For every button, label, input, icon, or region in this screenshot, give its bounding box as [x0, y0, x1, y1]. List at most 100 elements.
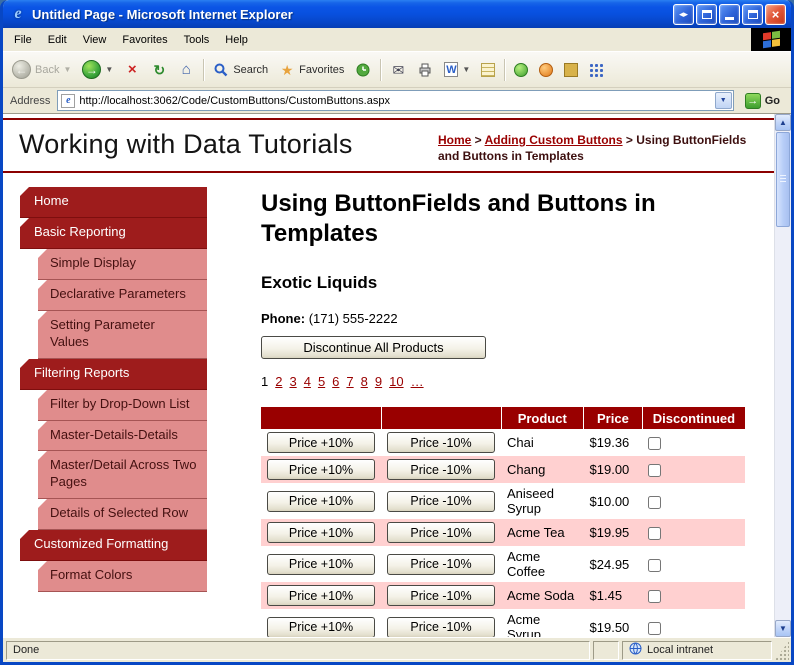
price-decrease-button[interactable]: Price -10%: [387, 585, 495, 607]
vertical-scrollbar[interactable]: ▲ ▼: [774, 114, 791, 637]
pager-link-7[interactable]: 7: [346, 374, 353, 389]
price-increase-button[interactable]: Price +10%: [267, 459, 375, 481]
discontinue-all-button[interactable]: Discontinue All Products: [261, 336, 486, 360]
scrollbar-track[interactable]: [775, 131, 791, 620]
price-decrease-button[interactable]: Price -10%: [387, 616, 495, 637]
breadcrumb-link-home[interactable]: Home: [438, 133, 471, 147]
addon-button-2[interactable]: [534, 60, 558, 80]
panel-icon: [701, 9, 712, 19]
discontinued-checkbox[interactable]: [648, 527, 662, 541]
pager-link-4[interactable]: 4: [304, 374, 311, 389]
corner-notch-icon: [38, 310, 47, 320]
sidebar-item-declarative-parameters[interactable]: Declarative Parameters: [38, 280, 207, 311]
price-increase-button[interactable]: Price +10%: [267, 522, 375, 544]
addon-button-1[interactable]: [509, 60, 533, 80]
main-content: Using ButtonFields and Buttons in Templa…: [261, 187, 745, 637]
scroll-down-button[interactable]: ▼: [775, 620, 791, 637]
pager-link-6[interactable]: 6: [332, 374, 339, 389]
minimize-button[interactable]: [719, 3, 740, 25]
breadcrumb-link-adding-custom-buttons[interactable]: Adding Custom Buttons: [485, 133, 623, 147]
pager-link-[interactable]: …: [411, 374, 424, 389]
price-decrease-button[interactable]: Price -10%: [387, 459, 495, 481]
menu-favorites[interactable]: Favorites: [114, 30, 175, 50]
menu-help[interactable]: Help: [217, 30, 256, 50]
sidebar-item-basic-reporting[interactable]: Basic Reporting: [20, 218, 207, 250]
discontinued-checkbox[interactable]: [648, 590, 662, 604]
price-decrease-button[interactable]: Price -10%: [387, 522, 495, 544]
price-decrease-button[interactable]: Price -10%: [387, 553, 495, 575]
forward-button[interactable]: → ▼: [77, 57, 118, 82]
sidebar-item-setting-parameter-values[interactable]: Setting Parameter Values: [38, 310, 207, 359]
site-title: Working with Data Tutorials: [19, 129, 353, 159]
panel-button[interactable]: [696, 3, 717, 25]
price-increase-button[interactable]: Price +10%: [267, 432, 375, 454]
discontinued-checkbox[interactable]: [648, 621, 662, 635]
print-button[interactable]: [412, 59, 438, 81]
increase-cell: Price +10%: [261, 456, 381, 483]
corner-notch-icon: [38, 280, 47, 290]
pager-link-3[interactable]: 3: [289, 374, 296, 389]
pager-link-10[interactable]: 10: [389, 374, 403, 389]
home-button[interactable]: ⌂: [173, 59, 199, 81]
discontinued-checkbox[interactable]: [648, 495, 662, 509]
corner-notch-icon: [38, 451, 47, 461]
close-button[interactable]: ×: [765, 3, 786, 25]
mail-button[interactable]: ✉: [385, 59, 411, 81]
resize-grip-icon[interactable]: [775, 641, 789, 660]
sidebar-item-format-colors[interactable]: Format Colors: [38, 560, 207, 592]
table-row: Price +10% Price -10% Acme Coffee $24.95: [261, 546, 745, 582]
address-input[interactable]: e http://localhost:3062/Code/CustomButto…: [57, 90, 734, 111]
pager-link-2[interactable]: 2: [275, 374, 282, 389]
scroll-up-button[interactable]: ▲: [775, 114, 791, 131]
sidebar-item-master-details-details[interactable]: Master-Details-Details: [38, 420, 207, 452]
menu-view[interactable]: View: [75, 30, 115, 50]
sidebar-item-details-of-selected-row[interactable]: Details of Selected Row: [38, 499, 207, 531]
discontinued-cell: [642, 546, 745, 582]
discuss-button[interactable]: [476, 60, 500, 80]
addon-button-4[interactable]: [584, 60, 608, 80]
sidebar-item-customized-formatting[interactable]: Customized Formatting: [20, 530, 207, 561]
titlebar[interactable]: e Untitled Page - Microsoft Internet Exp…: [3, 0, 791, 28]
discontinued-checkbox[interactable]: [648, 464, 662, 478]
pager-link-5[interactable]: 5: [318, 374, 325, 389]
discontinued-checkbox[interactable]: [648, 437, 662, 451]
addon-button-3[interactable]: [559, 60, 583, 80]
menu-edit[interactable]: Edit: [40, 30, 75, 50]
search-button[interactable]: Search: [208, 59, 273, 81]
corner-notch-icon: [38, 560, 47, 570]
address-dropdown-button[interactable]: ▼: [714, 92, 732, 109]
refresh-button[interactable]: ↻: [146, 59, 172, 81]
menu-file[interactable]: File: [6, 30, 40, 50]
intranet-globe-icon: [629, 642, 642, 658]
price-increase-button[interactable]: Price +10%: [267, 490, 375, 512]
pager-link-8[interactable]: 8: [361, 374, 368, 389]
go-button[interactable]: → Go: [739, 91, 786, 111]
stop-button[interactable]: ×: [119, 59, 145, 81]
price-cell: $19.00: [589, 462, 630, 478]
price-decrease-button[interactable]: Price -10%: [387, 490, 495, 512]
go-label: Go: [764, 94, 780, 107]
back-button[interactable]: ← Back ▼: [7, 57, 76, 82]
sidebar-item-master-detail-across-two-pages[interactable]: Master/Detail Across Two Pages: [38, 451, 207, 500]
sidebar-item-simple-display[interactable]: Simple Display: [38, 249, 207, 281]
sidebar-item-filtering-reports[interactable]: Filtering Reports: [20, 358, 207, 390]
pager-link-9[interactable]: 9: [375, 374, 382, 389]
sidebar-item-home[interactable]: Home: [20, 187, 207, 219]
menu-tools[interactable]: Tools: [176, 30, 218, 50]
sidebar-item-label: Customized Formatting: [34, 536, 169, 552]
favorites-button[interactable]: ★ Favorites: [274, 59, 349, 81]
price-increase-button[interactable]: Price +10%: [267, 553, 375, 575]
price-increase-button[interactable]: Price +10%: [267, 585, 375, 607]
status-message: Done: [6, 640, 590, 660]
table-header-cell: [261, 407, 382, 430]
price-increase-button[interactable]: Price +10%: [267, 616, 375, 637]
price-decrease-button[interactable]: Price -10%: [387, 432, 495, 454]
sidebar-item-filter-by-drop-down-list[interactable]: Filter by Drop-Down List: [38, 389, 207, 421]
maximize-button[interactable]: [742, 3, 763, 25]
mail-icon: ✉: [392, 61, 405, 78]
scrollbar-thumb[interactable]: [776, 132, 790, 227]
discontinued-checkbox[interactable]: [648, 558, 662, 572]
nav-arrows-button[interactable]: ◂▸: [673, 3, 694, 25]
history-button[interactable]: [350, 59, 376, 81]
edit-button[interactable]: W ▼: [439, 59, 475, 80]
